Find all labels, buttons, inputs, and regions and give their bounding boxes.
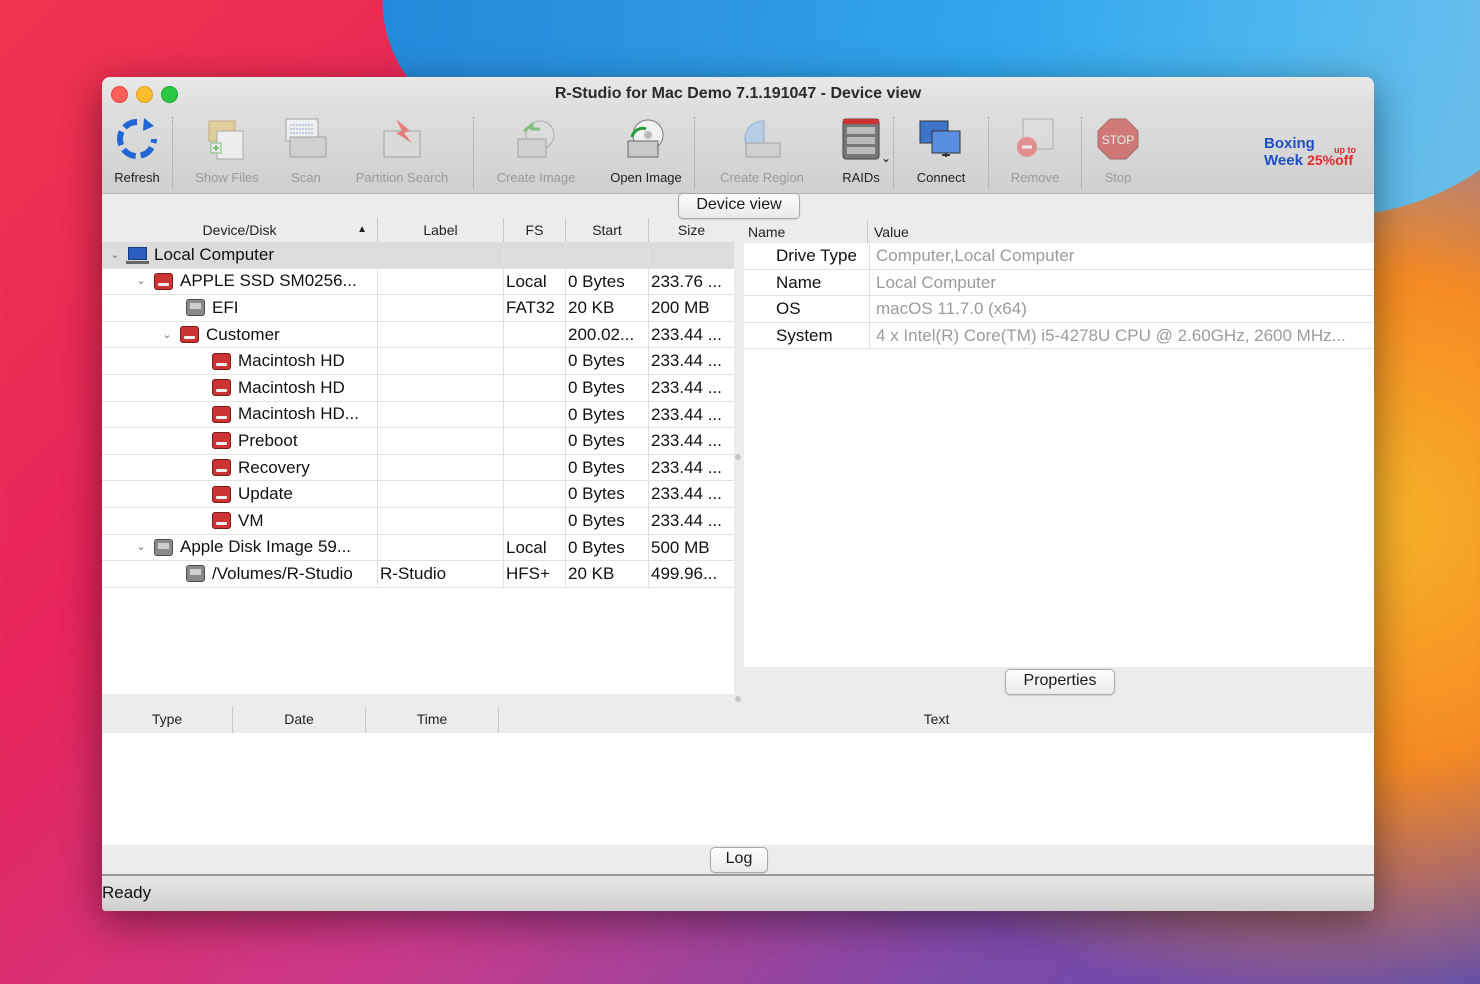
property-row[interactable]: OS macOS 11.7.0 (x64) (744, 296, 1374, 323)
create-region-button[interactable]: Create Region (695, 113, 829, 193)
log-table-header: Type Date Time Text (102, 707, 1374, 733)
column-value[interactable]: Value (868, 220, 1374, 244)
refresh-button[interactable]: Refresh (102, 113, 172, 193)
stop-icon: STOP (1094, 115, 1142, 163)
volume-icon (212, 432, 231, 450)
table-row[interactable]: Macintosh HD... 0 Bytes 233.44 ... (102, 401, 734, 429)
chevron-down-icon[interactable]: ⌄ (134, 535, 148, 561)
disk-image-icon (154, 538, 173, 556)
table-row[interactable]: Recovery 0 Bytes 233.44 ... (102, 454, 734, 482)
stop-button[interactable]: STOP Stop (1082, 113, 1154, 193)
window-controls (111, 86, 178, 103)
computer-icon (126, 247, 149, 265)
toolbar: Refresh Show Files Scan Partition Search (102, 113, 1374, 194)
vertical-splitter-handle[interactable] (735, 454, 741, 460)
column-start[interactable]: Start (566, 218, 649, 242)
properties-tab[interactable]: Properties (1005, 669, 1115, 695)
column-type[interactable]: Type (102, 707, 233, 733)
scan-button[interactable]: Scan (281, 113, 331, 193)
horizontal-splitter-handle[interactable] (735, 696, 741, 702)
refresh-icon (113, 115, 161, 163)
partition-icon (186, 565, 205, 583)
status-text: Ready (102, 883, 152, 902)
show-files-icon (203, 115, 251, 163)
remove-icon (1011, 115, 1059, 163)
app-window: R-Studio for Mac Demo 7.1.191047 - Devic… (102, 77, 1374, 911)
property-row[interactable]: System 4 x Intel(R) Core(TM) i5-4278U CP… (744, 322, 1374, 350)
chevron-down-icon[interactable]: ⌄ (108, 242, 122, 268)
column-text[interactable]: Text (499, 707, 1374, 733)
create-image-button[interactable]: Create Image (474, 113, 598, 193)
zoom-window-button[interactable] (161, 86, 178, 103)
create-image-icon (512, 115, 560, 163)
scan-icon (282, 115, 330, 163)
log-tab[interactable]: Log (710, 847, 768, 873)
remove-button[interactable]: Remove (989, 113, 1081, 193)
device-view-tab[interactable]: Device view (678, 193, 800, 219)
volume-icon (212, 512, 231, 530)
chevron-down-icon[interactable]: ⌄ (160, 322, 174, 348)
connect-button[interactable]: Connect (894, 113, 988, 193)
properties-table-header: Name Value (744, 220, 1374, 244)
column-name[interactable]: Name (744, 220, 868, 244)
table-row[interactable]: Macintosh HD 0 Bytes 233.44 ... (102, 348, 734, 375)
disk-icon (154, 272, 173, 290)
column-date[interactable]: Date (233, 707, 366, 733)
table-row[interactable]: ⌄ APPLE SSD SM0256... Local 0 Bytes 233.7… (102, 268, 734, 296)
partition-search-button[interactable]: Partition Search (331, 113, 473, 193)
connect-icon (917, 115, 965, 163)
table-row[interactable]: Preboot 0 Bytes 233.44 ... (102, 428, 734, 455)
table-row[interactable]: Update 0 Bytes 233.44 ... (102, 481, 734, 508)
chevron-down-icon[interactable]: ⌄ (134, 269, 148, 295)
table-row[interactable]: ⌄ Apple Disk Image 59... Local 0 Bytes 50… (102, 534, 734, 562)
column-label[interactable]: Label (378, 218, 504, 242)
svg-text:STOP: STOP (1102, 133, 1134, 147)
table-row[interactable]: Macintosh HD 0 Bytes 233.44 ... (102, 374, 734, 402)
table-row[interactable]: /Volumes/R-Studio R-Studio HFS+ 20 KB 49… (102, 561, 734, 588)
column-size[interactable]: Size (649, 218, 734, 242)
column-fs[interactable]: FS (504, 218, 566, 242)
properties-table: Drive Type Computer,Local Computer Name … (744, 243, 1374, 667)
open-image-icon (622, 115, 670, 163)
raids-button[interactable]: RAIDs ⌄ (829, 113, 893, 193)
show-files-button[interactable]: Show Files (173, 113, 281, 193)
table-row[interactable]: ⌄ Customer 200.02... 233.44 ... (102, 321, 734, 349)
minimize-window-button[interactable] (136, 86, 153, 103)
disk-icon (180, 326, 199, 344)
device-table-header: Device/Disk ▲ Label FS Start Size (102, 218, 734, 242)
sort-ascending-icon: ▲ (357, 224, 367, 235)
raids-dropdown-chevron-icon[interactable]: ⌄ (881, 151, 891, 165)
promo-banner[interactable]: Boxing up to Week 25%off (1264, 135, 1360, 173)
open-image-button[interactable]: Open Image (598, 113, 694, 193)
column-time[interactable]: Time (366, 707, 499, 733)
volume-icon (212, 485, 231, 503)
create-region-icon (738, 115, 786, 163)
property-row[interactable]: Drive Type Computer,Local Computer (744, 243, 1374, 270)
partition-icon (186, 299, 205, 317)
volume-icon (212, 405, 231, 423)
close-window-button[interactable] (111, 86, 128, 103)
volume-icon (212, 352, 231, 370)
raids-icon (837, 115, 885, 163)
property-row[interactable]: Name Local Computer (744, 269, 1374, 297)
volume-icon (212, 379, 231, 397)
window-title: R-Studio for Mac Demo 7.1.191047 - Devic… (554, 85, 922, 102)
volume-icon (212, 459, 231, 477)
column-device-disk[interactable]: Device/Disk ▲ (102, 218, 378, 242)
table-row[interactable]: ⌄ Local Computer (102, 242, 734, 269)
device-tree: ⌄ Local Computer ⌄ APPLE SSD SM0256... Loc… (102, 242, 734, 694)
partition-search-icon (378, 115, 426, 163)
table-row[interactable]: VM 0 Bytes 233.44 ... (102, 507, 734, 535)
log-pane (102, 733, 1374, 845)
status-bar: Ready (102, 874, 1374, 911)
title-bar[interactable]: R-Studio for Mac Demo 7.1.191047 - Devic… (102, 77, 1374, 113)
table-row[interactable]: EFI FAT32 20 KB 200 MB (102, 295, 734, 322)
